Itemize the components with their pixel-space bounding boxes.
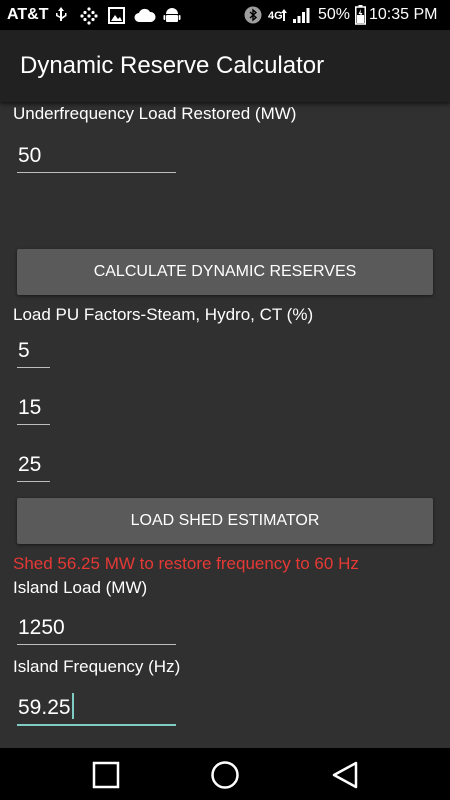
home-circle-icon[interactable]: [210, 760, 240, 790]
load-shed-estimator-button[interactable]: LOAD SHED ESTIMATOR: [17, 498, 433, 544]
island-load-value: 1250: [18, 616, 65, 639]
island-frequency-value: 59.25: [18, 696, 71, 719]
svg-text:4G: 4G: [268, 10, 283, 22]
uf-load-restored-value: 50: [18, 144, 42, 167]
text-cursor: [71, 693, 74, 719]
battery-percent: 50%: [318, 6, 351, 23]
pu-ct-value: 25: [18, 453, 42, 476]
pu-hydro-value: 15: [18, 396, 42, 419]
image-icon: [108, 7, 125, 24]
back-triangle-icon[interactable]: [330, 760, 360, 790]
pu-factors-label: Load PU Factors-Steam, Hydro, CT (%): [13, 305, 314, 324]
island-frequency-input[interactable]: 59.25: [17, 690, 176, 726]
island-load-input[interactable]: 1250: [17, 610, 176, 645]
pu-steam-input[interactable]: 5: [17, 333, 50, 368]
form-scroll-area[interactable]: Underfrequency Load Restored (MW) 50 CAL…: [0, 102, 450, 748]
android-icon: [163, 6, 181, 24]
status-bar: AT&T 4G 50% 10:35 PM: [0, 0, 450, 30]
lte-icon: 4G: [268, 6, 290, 24]
island-load-label: Island Load (MW): [13, 578, 148, 597]
uf-load-restored-input[interactable]: 50: [17, 138, 176, 173]
island-frequency-value-wrap: 59.25: [18, 693, 74, 720]
recents-square-icon[interactable]: [91, 760, 121, 790]
clock: 10:35 PM: [369, 6, 438, 23]
calculate-dynamic-reserves-button[interactable]: CALCULATE DYNAMIC RESERVES: [17, 249, 433, 295]
battery-icon: [355, 5, 366, 25]
uf-load-restored-label: Underfrequency Load Restored (MW): [13, 104, 297, 123]
carrier-label: AT&T: [7, 6, 49, 23]
navigation-bar: [0, 748, 450, 800]
pu-ct-input[interactable]: 25: [17, 447, 50, 482]
app-bar: Dynamic Reserve Calculator: [0, 30, 450, 102]
island-frequency-label: Island Frequency (Hz): [13, 657, 181, 676]
app-title: Dynamic Reserve Calculator: [20, 52, 325, 79]
pu-steam-value: 5: [18, 339, 30, 362]
dots-grid-icon: [80, 7, 98, 25]
cloud-icon: [134, 8, 156, 23]
signal-icon: [293, 6, 313, 24]
bluetooth-icon: [244, 6, 262, 24]
usb-icon: [54, 7, 68, 23]
pu-hydro-input[interactable]: 15: [17, 390, 50, 425]
load-shed-result-text: Shed 56.25 MW to restore frequency to 60…: [13, 554, 359, 573]
